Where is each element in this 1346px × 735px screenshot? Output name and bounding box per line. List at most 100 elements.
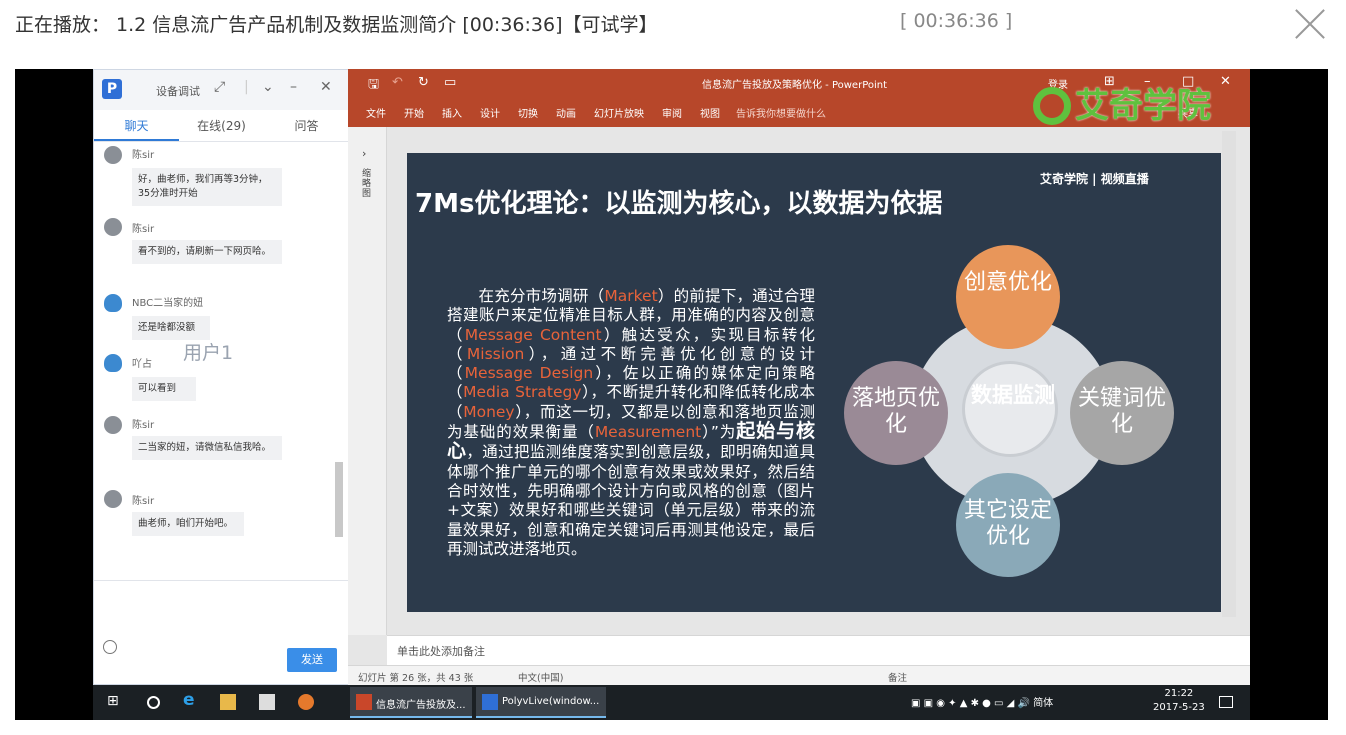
highlight-term: Money [463,402,515,421]
message-author: 吖占 [132,359,152,370]
tab-qa[interactable]: 问答 [264,110,349,141]
watermark-text: 艾奇学院 [1075,86,1211,126]
slide-title: 7Ms优化理论：以监测为核心，以数据为依据 [415,189,943,219]
undo-icon[interactable]: ↶ [392,75,403,90]
tab-online[interactable]: 在线(29) [179,110,264,141]
menu-transitions[interactable]: 切换 [518,105,538,120]
menu-animations[interactable]: 动画 [556,105,576,120]
menu-design[interactable]: 设计 [480,105,500,120]
menu-review[interactable]: 审阅 [662,105,682,120]
minimize-icon[interactable]: – [290,79,297,95]
emoji-icon[interactable] [103,640,117,654]
menu-home[interactable]: 开始 [404,105,424,120]
tell-me-search[interactable]: 告诉我你想要做什么 [736,105,826,120]
taskbar-item-powerpoint[interactable]: 信息流广告投放及... [350,687,472,718]
slide-paragraph: 在充分市场调研（Market）的前提下，通过合理搭建账户来定位精准目标人群，用准… [447,287,815,559]
highlight-term: Mission [466,344,525,363]
diagram-node-landing-page: 落地页优化 [844,361,948,465]
diagram-node-creative: 创意优化 [956,245,1060,349]
highlight-term: Message Design [464,364,594,383]
thumbnail-pane[interactable]: › 缩略图 [348,127,387,635]
player-title-bar: 正在播放： 1.2 信息流广告产品机制及数据监测简介 [00:36:36]【可试… [0,0,1346,50]
close-icon[interactable]: ✕ [1220,74,1231,89]
scroll-thumb[interactable] [335,462,343,537]
chrome-icon[interactable] [298,694,314,710]
chat-window-title: 设备调试 [156,85,200,98]
paragraph-run: ）”为 [701,423,737,442]
avatar [104,294,122,312]
message-text: 二当家的妞，请微信私信我哈。 [132,436,282,460]
close-icon[interactable] [1292,4,1328,40]
taskbar-item-label: PolyvLive(window... [502,696,600,707]
notification-icon[interactable] [1219,696,1233,708]
video-frame[interactable]: P 设备调试 ⤢ | ⌄ – ✕ 聊天 在线(29) 问答 陈sir 好，曲老师… [15,69,1328,720]
highlight-term: Media Strategy [463,383,582,402]
slide-brand-logo: 艾奇学院 | 视频直播 [1040,172,1149,186]
chat-window: P 设备调试 ⤢ | ⌄ – ✕ 聊天 在线(29) 问答 陈sir 好，曲老师… [93,69,350,685]
slide-counter: 幻灯片 第 26 张，共 43 张 [358,673,474,684]
avatar [104,354,122,372]
avatar [104,490,122,508]
clock-date: 2017-5-23 [1153,702,1205,713]
chat-tabs: 聊天 在线(29) 问答 [94,110,349,142]
file-explorer-icon[interactable] [220,694,236,710]
status-bar: 幻灯片 第 26 张，共 43 张 中文(中国) 备注 [348,665,1250,685]
taskbar-clock[interactable]: 21:22 2017-5-23 [1153,687,1205,715]
message-author: NBC二当家的妞 [132,298,204,309]
avatar [104,218,122,236]
system-tray[interactable]: ▣ ▣ ◉ ✦ ▲ ✱ ● ▭ ◢ 🔊 简体 [911,694,1053,709]
chevron-right-icon[interactable]: › [362,147,366,160]
message-author: 陈sir [132,150,155,161]
now-playing-title: 正在播放： 1.2 信息流广告产品机制及数据监测简介 [00:36:36]【可试… [15,14,658,36]
store-icon[interactable] [259,694,275,710]
powerpoint-icon [356,694,372,710]
taskbar-item-polyv[interactable]: PolyvLive(window... [476,687,606,718]
redo-icon[interactable]: ↻ [418,75,429,90]
chevron-down-icon[interactable]: ⌄ [262,79,274,95]
slideshow-icon[interactable]: ▭ [444,75,456,90]
clock-time: 21:22 [1164,688,1194,699]
avatar [104,146,122,164]
user-label-overlay: 用户1 [183,342,234,364]
chat-scrollbar[interactable] [334,142,344,542]
menu-view[interactable]: 视图 [700,105,720,120]
highlight-term: Message Content [464,325,602,344]
search-icon[interactable] [147,696,160,709]
menu-file[interactable]: 文件 [366,105,386,120]
ppt-window-title: 信息流广告投放及策略优化 - PowerPoint [702,80,888,91]
popout-icon[interactable]: ⤢ [214,79,225,95]
separator: | [244,79,249,95]
paragraph-run: ，通过把监测维度落实到创意层级，即明确知道具体哪个推广单元的哪个创意有效果或效果… [447,443,815,558]
notes-placeholder: 单击此处添加备注 [397,645,485,658]
menu-slideshow[interactable]: 幻灯片放映 [594,105,644,120]
message-text: 还是啥都没额 [132,316,210,340]
tab-chat[interactable]: 聊天 [94,110,179,141]
taskbar-item-label: 信息流广告投放及... [376,700,466,711]
polyv-icon [482,694,498,710]
playback-time: [ 00:36:36 ] [900,10,1013,32]
thumbnail-pane-label: 缩略图 [362,169,372,199]
send-button[interactable]: 发送 [287,648,337,672]
message-text: 曲老师，咱们开始吧。 [132,512,244,536]
message-author: 陈sir [132,420,155,431]
close-icon[interactable]: ✕ [320,79,332,95]
message-text: 好，曲老师，我们再等3分钟，35分准时开始 [132,168,282,206]
message-text: 可以看到 [132,377,196,401]
edge-icon[interactable]: e [183,690,199,710]
polyv-logo-icon: P [102,79,122,99]
windows-taskbar: ⊞ e 信息流广告投放及... PolyvLive(window... ▣ ▣ … [93,685,1250,720]
ime-indicator[interactable]: 简体 [1033,698,1053,709]
notes-pane[interactable]: 单击此处添加备注 [387,635,1250,665]
slide-canvas[interactable]: 7Ms优化理论：以监测为核心，以数据为依据 艾奇学院 | 视频直播 在充分市场调… [407,153,1221,612]
message-text: 看不到的，请刷新一下网页哈。 [132,240,282,264]
slide-scrollbar[interactable] [1222,131,1236,617]
save-icon[interactable]: 🖫 [368,75,379,97]
windows-start-icon[interactable]: ⊞ [107,693,123,709]
diagram-node-other: 其它设定优化 [956,473,1060,577]
chat-header: P 设备调试 ⤢ | ⌄ – ✕ [94,70,349,110]
language-status[interactable]: 中文(中国) [518,670,563,684]
menu-insert[interactable]: 插入 [442,105,462,120]
highlight-term: Measurement [594,423,702,442]
diagram-center-label: 数据监测 [971,383,1055,407]
notes-toggle[interactable]: 备注 [888,670,907,684]
